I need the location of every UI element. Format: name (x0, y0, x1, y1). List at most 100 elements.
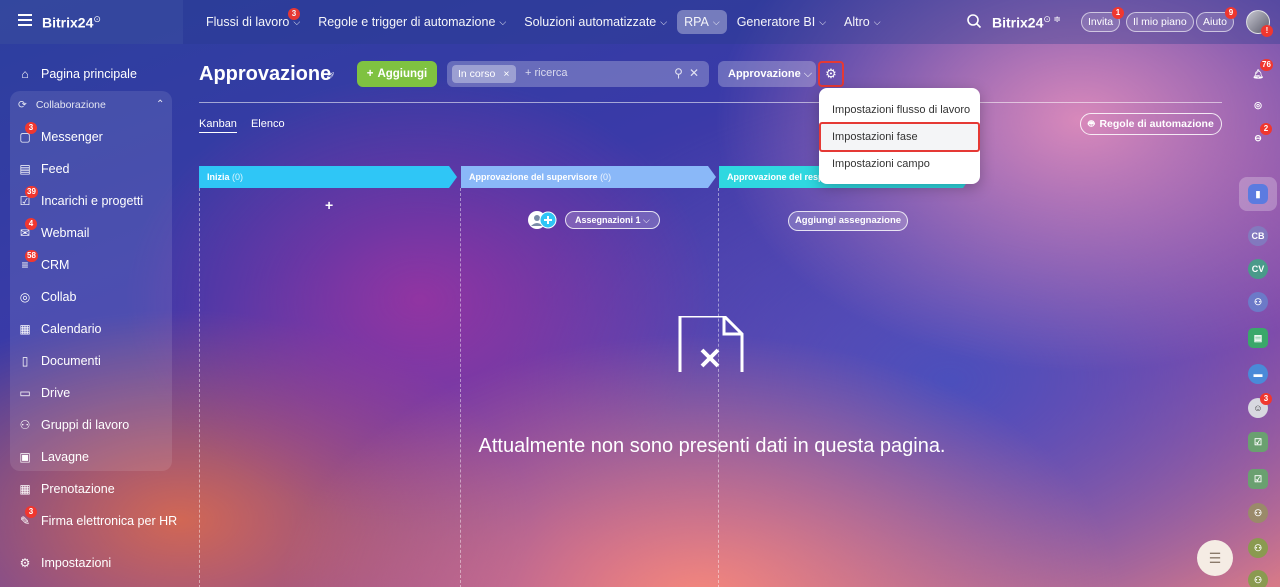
process-dropdown[interactable]: Approvazione ⌵ (718, 61, 816, 87)
calendar-icon: ▦ (19, 322, 31, 336)
invite-button[interactable]: Invita 1 (1081, 7, 1124, 32)
topnav-rpa[interactable]: RPA ⌵ (677, 10, 727, 34)
user-avatar[interactable]: ! (1246, 10, 1273, 37)
chevron-up-icon[interactable]: ⌃ (156, 99, 164, 110)
header-divider (199, 102, 1222, 103)
contact-cb[interactable]: CB (1248, 226, 1268, 246)
top-navigation: Flussi di lavoro ⌵ 3 Regole e trigger di … (206, 0, 881, 44)
assignee-add-icon[interactable] (527, 210, 557, 230)
my-plan-button[interactable]: Il mio piano (1126, 12, 1194, 32)
sidebar-item-home[interactable]: ⌂ Pagina principale (18, 64, 137, 84)
copilot-icon[interactable]: ◎ (1248, 95, 1268, 115)
sidebar-item-hr-signature[interactable]: ✎ 3 Firma elettronica per HR (18, 506, 177, 531)
message-icon[interactable]: ▬ (1248, 364, 1268, 384)
avatar-alert-icon: ! (1261, 25, 1273, 37)
sidebar-item-settings[interactable]: ⚙ Impostazioni (18, 553, 112, 573)
contact-card-icon[interactable]: ▤ (1248, 328, 1268, 348)
group-icon[interactable]: ⚇ (1248, 292, 1268, 312)
notification-bell-icon[interactable]: 🔔︎ 76 (1248, 59, 1273, 84)
sidebar-item-boards[interactable]: ▣ Lavagne (18, 447, 89, 467)
bitrix-logo[interactable]: Bitrix24⊙ (42, 14, 101, 31)
add-item-plus-icon[interactable]: + (325, 197, 333, 213)
chip-close-icon[interactable]: × (503, 65, 509, 83)
document-icon: ▯ (21, 354, 29, 368)
assignments-dropdown[interactable]: Assegnazioni 1 ⌵ (565, 211, 660, 229)
menu-burger-icon[interactable] (18, 14, 32, 26)
contact-cv[interactable]: CV (1248, 259, 1268, 279)
left-sidebar: ⌂ Pagina principale ⟳ Collaborazione ⌃ ▢ 3 M… (0, 44, 183, 587)
robot-icon: 🤖︎ (1088, 117, 1095, 130)
sidebar-item-feed[interactable]: ▤ Feed (18, 159, 69, 179)
tab-kanban[interactable]: Kanban (199, 118, 237, 133)
chevron-down-icon: ⌵ (873, 16, 881, 27)
tab-list[interactable]: Elenco (251, 118, 285, 133)
group-icon[interactable]: ⚇ (1248, 538, 1268, 558)
sidebar-item-drive[interactable]: ▭ Drive (18, 383, 70, 403)
pin-icon[interactable]: ✐ (326, 70, 335, 83)
topnav-automation-rules[interactable]: Regole e trigger di automazione ⌵ (318, 15, 506, 29)
view-tabs: Kanban Elenco (199, 118, 285, 133)
stage-start[interactable]: Inizia (0) (199, 166, 457, 188)
bookmark-icon[interactable]: ▮ (1248, 184, 1268, 204)
search-filter-box[interactable]: In corso × + ricerca ⚲ ✕ (447, 61, 709, 87)
group-icon[interactable]: ⚇ (1248, 570, 1268, 587)
automation-rules-button[interactable]: 🤖︎ Regole di automazione (1080, 113, 1222, 135)
feed-icon: ▤ (19, 162, 31, 176)
chevron-down-icon: ⌵ (499, 16, 507, 27)
settings-gear-button[interactable]: ⚙ (818, 61, 844, 87)
filter-chip-in-progress[interactable]: In corso × (452, 65, 516, 83)
menu-item-workflow-settings[interactable]: Impostazioni flusso di lavoro (832, 104, 970, 116)
sidebar-item-documents[interactable]: ▯ Documenti (18, 351, 101, 371)
top-bar: Bitrix24⊙ Flussi di lavoro ⌵ 3 Regole e t… (0, 0, 1280, 44)
chat-fab-button[interactable]: ☰ (1197, 540, 1233, 576)
settings-menu: Impostazioni flusso di lavoro Impostazio… (819, 88, 980, 184)
sidebar-item-collab[interactable]: ◎ Collab (18, 287, 77, 307)
bitrix-logo-right[interactable]: Bitrix24⊙ ≑ (992, 14, 1061, 31)
add-assignment-button[interactable]: Aggiungi assegnazione (788, 211, 908, 231)
invite-badge: 1 (1112, 7, 1124, 19)
topnav-bi-builder[interactable]: Generatore BI ⌵ (737, 15, 826, 29)
sidebar-item-calendar[interactable]: ▦ Calendario (18, 319, 101, 339)
search-icon[interactable] (966, 13, 982, 29)
plus-icon: + (366, 68, 374, 80)
workflows-badge: 3 (288, 8, 300, 20)
group-icon[interactable]: ⚇ (1248, 503, 1268, 523)
sidebar-item-messenger[interactable]: ▢ 3 Messenger (18, 122, 103, 147)
empty-document-icon (678, 316, 744, 372)
task-check-icon[interactable]: ☑ (1248, 469, 1268, 489)
clear-icon[interactable]: ✕ (689, 66, 699, 80)
help-badge: 9 (1225, 7, 1237, 19)
topnav-more[interactable]: Altro ⌵ (844, 15, 881, 29)
help-button[interactable]: Aiuto 9 (1196, 7, 1237, 32)
gear-icon: ⚙ (825, 66, 837, 81)
empty-state-message: Attualmente non sono presenti dati in qu… (478, 435, 946, 457)
menu-item-stage-settings[interactable]: Impostazioni fase (832, 131, 918, 143)
sidebar-item-crm[interactable]: ≡ 58 CRM (18, 250, 69, 275)
collaboration-header[interactable]: ⟳ Collaborazione (18, 99, 106, 111)
user-avatar-rail[interactable]: ☺ 3 (1248, 393, 1272, 418)
sidebar-item-booking[interactable]: ▦ Prenotazione (18, 479, 114, 499)
topnav-workflows[interactable]: Flussi di lavoro ⌵ 3 (206, 8, 300, 29)
drive-icon: ▭ (19, 386, 31, 400)
sidebar-item-workgroups[interactable]: ⚇ Gruppi di lavoro (18, 415, 130, 435)
chevron-down-icon: ⌵ (803, 68, 813, 80)
booking-icon: ▦ (19, 482, 31, 496)
groups-icon: ⚇ (19, 418, 31, 432)
home-icon: ⌂ (21, 67, 29, 81)
chat-rail-icon[interactable]: ⊖ 2 (1248, 123, 1272, 148)
gear-icon: ⚙ (19, 556, 31, 570)
topnav-automated-solutions[interactable]: Soluzioni automatizzate ⌵ (524, 15, 667, 29)
chevron-down-icon: ⌵ (643, 215, 650, 225)
task-check-icon[interactable]: ☑ (1248, 432, 1268, 452)
search-icon[interactable]: ⚲ (674, 66, 683, 80)
sidebar-item-tasks[interactable]: ☑ 39 Incarichi e progetti (18, 186, 143, 211)
sidebar-item-webmail[interactable]: ✉ 4 Webmail (18, 218, 89, 243)
collab-icon: ◎ (19, 290, 31, 304)
menu-item-field-settings[interactable]: Impostazioni campo (832, 158, 930, 170)
chat-icon: ▢ 3 (18, 122, 37, 144)
search-input[interactable]: + ricerca (525, 67, 568, 79)
collab-group-icon: ⟳ (18, 99, 27, 111)
board-icon: ▣ (19, 450, 31, 464)
add-button[interactable]: + Aggiungi (357, 61, 437, 87)
stage-supervisor-approval[interactable]: Approvazione del supervisore (0) (461, 166, 716, 188)
